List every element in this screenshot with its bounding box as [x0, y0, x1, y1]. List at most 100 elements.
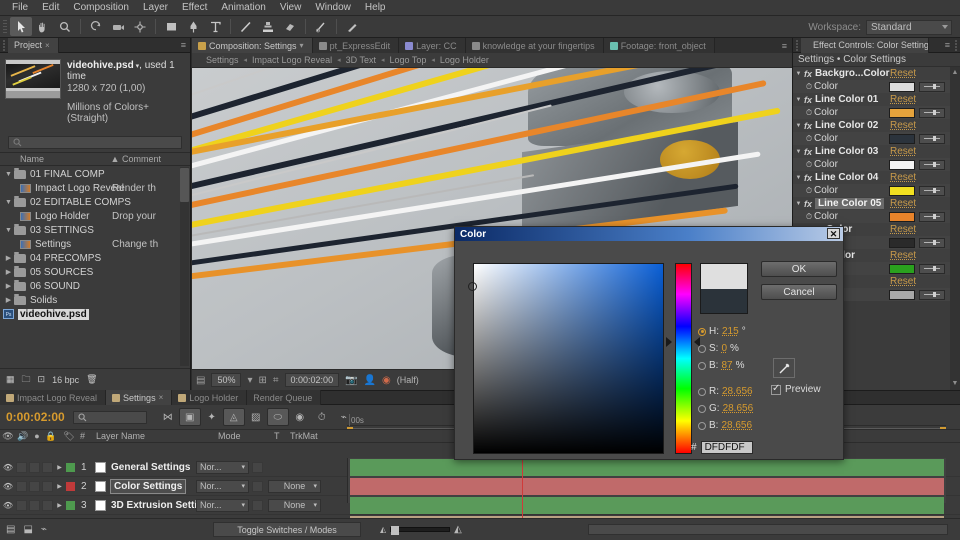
- timeline-tab-2[interactable]: Logo Holder: [172, 390, 248, 405]
- color-swatch[interactable]: [889, 289, 915, 300]
- timeline-search-input[interactable]: [72, 410, 147, 424]
- color-swatch[interactable]: [889, 81, 915, 92]
- project-item[interactable]: ▼ 03 SETTINGS: [0, 223, 190, 237]
- breadcrumb-item[interactable]: Settings: [206, 55, 239, 65]
- tab-effect-controls[interactable]: Effect Controls: Color Settings: [801, 37, 929, 53]
- twirl-icon[interactable]: ▶: [3, 296, 14, 304]
- viewer-tab-3[interactable]: knowledge at your fingertips: [465, 38, 604, 53]
- saturation-value-field[interactable]: [468, 263, 664, 454]
- radio-button[interactable]: [698, 387, 706, 396]
- layer-solo-toggle[interactable]: [29, 499, 40, 511]
- color-swatch[interactable]: [889, 159, 915, 170]
- effect-property-row[interactable]: ⏱Color: [793, 158, 950, 171]
- menu-item-file[interactable]: File: [5, 0, 35, 16]
- hex-input[interactable]: DFDFDF: [700, 441, 753, 454]
- snapshot-icon[interactable]: 📷: [345, 375, 357, 386]
- radio-button[interactable]: [698, 404, 706, 413]
- stopwatch-icon[interactable]: ⏱: [804, 212, 814, 222]
- stopwatch-icon[interactable]: ⏱: [804, 134, 814, 144]
- color-slider-button[interactable]: [919, 237, 945, 248]
- radio-button[interactable]: [698, 421, 706, 430]
- current-time-display[interactable]: 0:00:02:00: [284, 373, 340, 387]
- pen-tool-icon[interactable]: [182, 17, 204, 36]
- toggle-transparency-icon[interactable]: ▤: [196, 375, 205, 386]
- effect-controls-scrollbar[interactable]: ▲ ▼: [950, 67, 960, 390]
- layer-visibility-icon[interactable]: 👁: [0, 463, 16, 472]
- radio-button[interactable]: [698, 327, 706, 336]
- field-value[interactable]: 28.656: [723, 403, 754, 414]
- effect-row[interactable]: ▼ fx Line Color 02 Reset: [793, 119, 950, 132]
- radio-button[interactable]: [698, 344, 706, 353]
- selection-tool-icon[interactable]: [10, 17, 32, 36]
- project-item[interactable]: ▶ 05 SOURCES: [0, 265, 190, 279]
- chevron-down-icon[interactable]: ▾: [300, 41, 304, 50]
- grid-guides-icon[interactable]: ⌗: [273, 375, 279, 386]
- layer-solo-toggle[interactable]: [29, 461, 40, 473]
- color-swatch[interactable]: [889, 237, 915, 248]
- layer-t-toggle[interactable]: [252, 499, 263, 511]
- project-item[interactable]: ▼ 01 FINAL COMP: [0, 167, 190, 181]
- column-mode[interactable]: Mode: [218, 431, 274, 441]
- column-t[interactable]: T: [274, 431, 290, 441]
- color-field-g-rgb[interactable]: G: 28.656: [698, 400, 808, 417]
- stopwatch-icon[interactable]: ⏱: [804, 108, 814, 118]
- layer-name[interactable]: Color Settings: [109, 478, 187, 494]
- brush-tool-icon[interactable]: [235, 17, 257, 36]
- preview-checkbox-row[interactable]: Preview: [771, 383, 821, 395]
- color-slider-button[interactable]: [919, 289, 945, 300]
- reset-link[interactable]: Reset: [890, 172, 916, 183]
- twirl-icon[interactable]: ▶: [53, 483, 66, 490]
- bit-depth-label[interactable]: 16 bpc: [52, 375, 79, 385]
- reset-link[interactable]: Reset: [890, 224, 916, 235]
- field-value[interactable]: 87: [721, 360, 732, 371]
- viewer-tab-2[interactable]: Layer: CC: [399, 38, 466, 53]
- twirl-icon[interactable]: ▶: [53, 502, 66, 509]
- project-item[interactable]: ▼ 02 EDITABLE COMPS: [0, 195, 190, 209]
- reset-link[interactable]: Reset: [890, 120, 916, 131]
- stopwatch-icon[interactable]: ⏱: [804, 82, 814, 92]
- twirl-icon[interactable]: ▶: [53, 464, 66, 471]
- layer-duration-bar[interactable]: [350, 478, 944, 495]
- layer-visibility-icon[interactable]: 👁: [0, 501, 16, 510]
- color-slider-button[interactable]: [919, 133, 945, 144]
- panel-options-icon[interactable]: ≡: [782, 41, 792, 51]
- layer-lock-toggle[interactable]: [42, 461, 53, 473]
- scroll-up-icon[interactable]: ▲: [951, 69, 959, 77]
- zoom-tool-icon[interactable]: [54, 17, 76, 36]
- auto-keyframe-icon[interactable]: ◉: [289, 408, 311, 426]
- column-layer-name[interactable]: Layer Name: [96, 431, 218, 441]
- type-tool-icon[interactable]: [204, 17, 226, 36]
- timeline-track-area[interactable]: [347, 458, 946, 533]
- color-swatch[interactable]: [889, 211, 915, 222]
- panel-menu-icon[interactable]: [793, 39, 801, 51]
- layer-mode-dropdown[interactable]: Nor...▾: [196, 460, 249, 474]
- color-slider-button[interactable]: [919, 263, 945, 274]
- layer-duration-bar[interactable]: [350, 459, 944, 476]
- twirl-icon[interactable]: ▼: [793, 97, 804, 103]
- layer-t-toggle[interactable]: [252, 461, 263, 473]
- layer-t-toggle[interactable]: [252, 480, 263, 492]
- layer-mode-dropdown[interactable]: Nor...▾: [196, 498, 249, 512]
- camera-tool-icon[interactable]: [107, 17, 129, 36]
- twirl-icon[interactable]: ▼: [3, 171, 14, 178]
- breadcrumb-item[interactable]: 3D Text: [346, 55, 376, 65]
- menu-item-layer[interactable]: Layer: [136, 0, 175, 16]
- composition-mini-flowchart-icon[interactable]: ⋈: [157, 408, 179, 426]
- effect-property-row[interactable]: ⏱Color: [793, 184, 950, 197]
- color-slider-button[interactable]: [919, 159, 945, 170]
- layer-audio-toggle[interactable]: [16, 480, 27, 492]
- project-item[interactable]: ▶ 04 PRECOMPS: [0, 251, 190, 265]
- close-icon[interactable]: ×: [159, 393, 164, 402]
- effect-property-row[interactable]: ⏱Color: [793, 132, 950, 145]
- layer-trkmat-dropdown[interactable]: None▾: [268, 479, 321, 493]
- eyedropper-button[interactable]: [773, 358, 795, 378]
- pan-behind-tool-icon[interactable]: [129, 17, 151, 36]
- effect-row[interactable]: ▼ fx Line Color 05 Reset: [793, 197, 950, 210]
- project-item[interactable]: ▶ Solids: [0, 293, 190, 307]
- viewer-tab-1[interactable]: pt_ExpressEdit: [312, 38, 400, 53]
- twirl-icon[interactable]: ▼: [793, 201, 804, 207]
- reset-link[interactable]: Reset: [890, 198, 916, 209]
- workspace-selector[interactable]: Workspace: Standard: [808, 16, 952, 38]
- layer-label-color[interactable]: [66, 462, 75, 472]
- panel-options-icon[interactable]: ≡: [181, 40, 190, 50]
